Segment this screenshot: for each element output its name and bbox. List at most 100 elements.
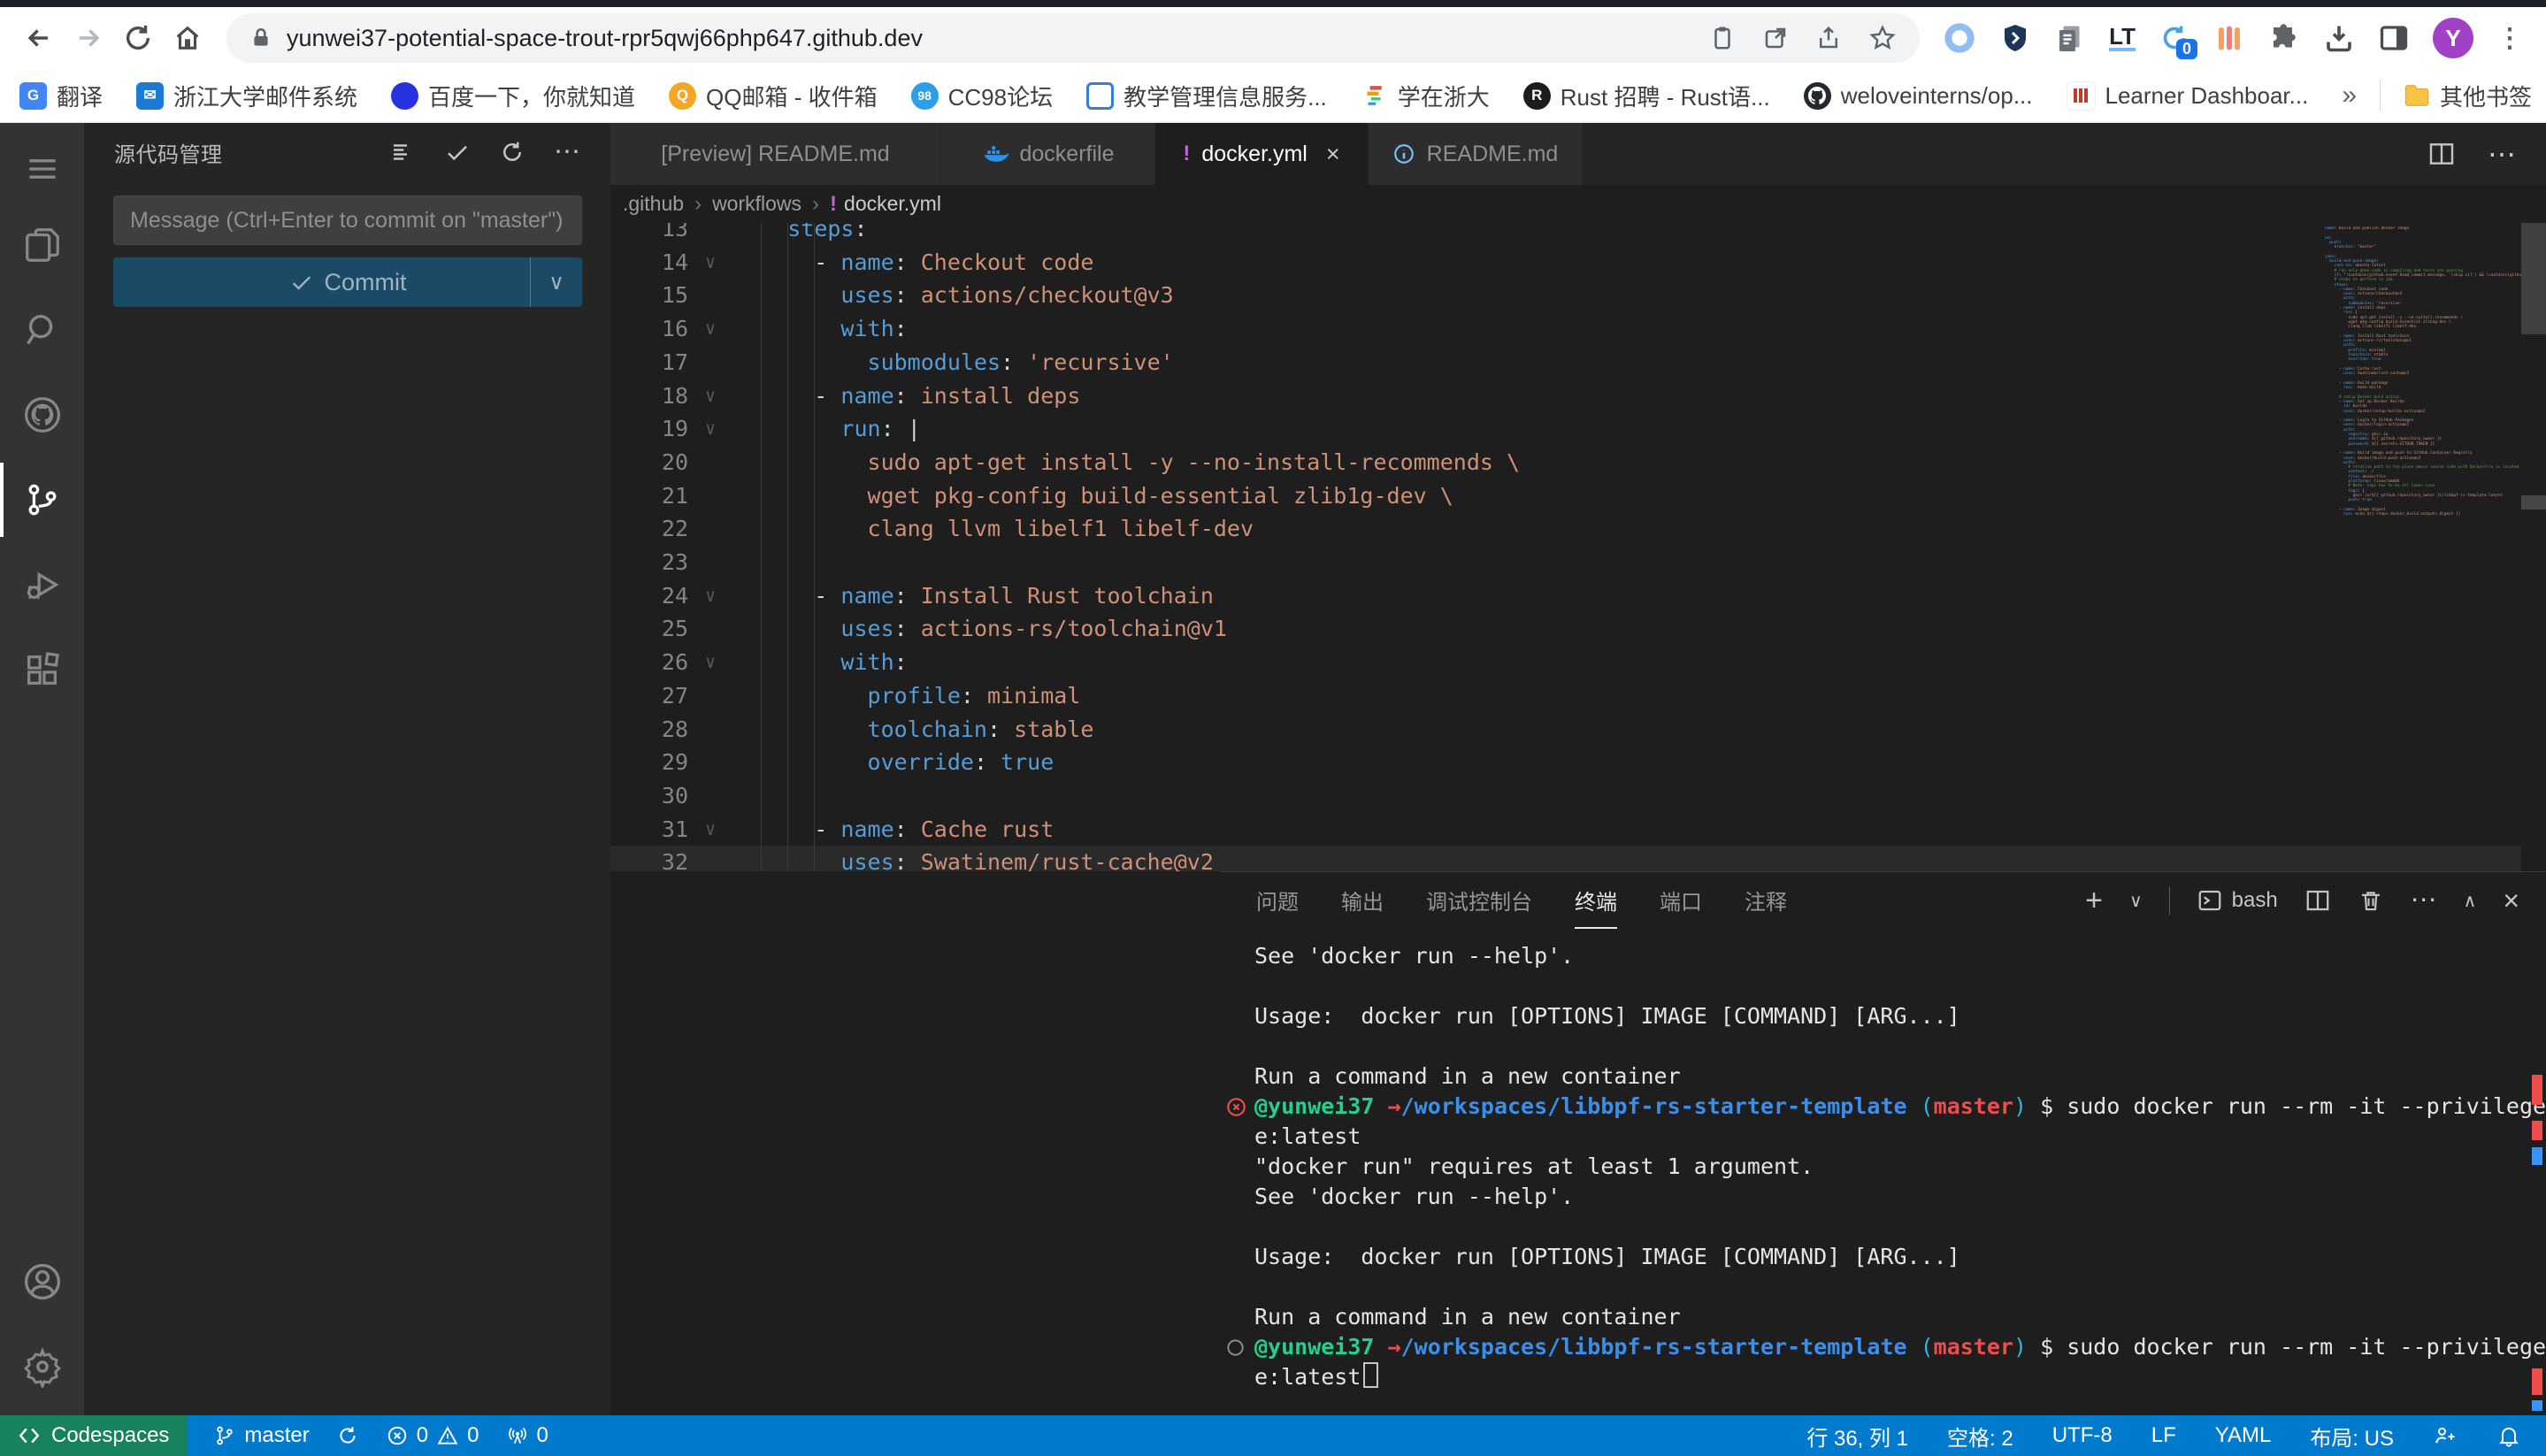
bookmark-item[interactable]: weloveinterns/op... bbox=[1804, 82, 2033, 110]
commit-check-icon[interactable] bbox=[444, 139, 471, 165]
code-line[interactable]: override: true bbox=[734, 746, 2316, 779]
languagetool-icon[interactable]: LT bbox=[2109, 25, 2136, 51]
editor-tab--preview-readme-md[interactable]: [Preview] README.md bbox=[610, 123, 941, 185]
bookmarks-overflow-button[interactable]: » bbox=[2342, 80, 2357, 111]
panel-tab-问题[interactable]: 问题 bbox=[1256, 872, 1299, 929]
branch-indicator[interactable]: master bbox=[213, 1423, 309, 1448]
code-line[interactable]: uses: Swatinem/rust-cache@v2 bbox=[734, 846, 2316, 871]
profile-avatar[interactable]: Y bbox=[2433, 18, 2473, 58]
fold-chevron-icon[interactable]: ∨ bbox=[695, 813, 725, 847]
more-actions-icon[interactable]: ⋯ bbox=[554, 148, 580, 157]
puzzle-extensions-icon[interactable] bbox=[2268, 22, 2300, 54]
code-line[interactable]: run: | bbox=[734, 412, 2316, 446]
language-mode[interactable]: YAML bbox=[2215, 1423, 2272, 1448]
panel-tab-调试控制台[interactable]: 调试控制台 bbox=[1426, 872, 1532, 929]
minimap[interactable]: name: Build and publish docker image on:… bbox=[2325, 226, 2521, 517]
breadcrumb[interactable]: .github › workflows › ! docker.yml bbox=[610, 185, 2546, 223]
other-bookmarks-button[interactable]: 其他书签 bbox=[2404, 80, 2532, 112]
code-line[interactable]: steps: bbox=[734, 223, 2316, 246]
refresh-icon[interactable] bbox=[499, 139, 525, 165]
breadcrumb-folder[interactable]: .github bbox=[623, 192, 684, 216]
panel-more-actions-icon[interactable]: ⋯ bbox=[2411, 897, 2437, 904]
url-text[interactable]: yunwei37-potential-space-trout-rpr5qwj66… bbox=[287, 25, 1691, 52]
commit-message-input[interactable] bbox=[113, 195, 582, 245]
panel-tab-端口[interactable]: 端口 bbox=[1660, 872, 1702, 929]
sidebar-item-explorer[interactable] bbox=[0, 208, 84, 282]
address-bar[interactable]: yunwei37-potential-space-trout-rpr5qwj66… bbox=[226, 13, 1920, 63]
close-tab-icon[interactable]: × bbox=[1326, 141, 1340, 168]
kill-terminal-trash-icon[interactable] bbox=[2358, 887, 2384, 914]
bookmark-item[interactable]: G翻译 bbox=[19, 80, 103, 112]
download-icon[interactable] bbox=[2323, 22, 2355, 54]
open-in-new-icon[interactable] bbox=[1762, 25, 1789, 51]
code-line[interactable]: wget pkg-config build-essential zlib1g-d… bbox=[734, 479, 2316, 513]
terminal-profile-chevron-icon[interactable]: ∨ bbox=[2129, 890, 2143, 912]
code-line[interactable]: - name: Checkout code bbox=[734, 246, 2316, 280]
feedback-icon[interactable] bbox=[2433, 1423, 2458, 1448]
bookmark-star-icon[interactable] bbox=[1868, 24, 1897, 52]
sidebar-item-search[interactable] bbox=[0, 293, 84, 367]
panel-tab-注释[interactable]: 注释 bbox=[1745, 872, 1787, 929]
sidebar-item-github[interactable] bbox=[0, 378, 84, 452]
ports-indicator[interactable]: 0 bbox=[506, 1423, 548, 1448]
notifications-bell-icon[interactable] bbox=[2496, 1423, 2521, 1448]
shield-extension-icon[interactable] bbox=[1999, 22, 2031, 54]
editor-tab-dockerfile[interactable]: dockerfile bbox=[941, 123, 1155, 185]
commit-dropdown-chevron[interactable]: ∨ bbox=[530, 257, 582, 307]
fold-chevron-icon[interactable]: ∨ bbox=[695, 379, 725, 413]
side-panel-icon[interactable] bbox=[2378, 22, 2410, 54]
code-line[interactable]: with: bbox=[734, 312, 2316, 346]
terminal-instance-item[interactable]: bash bbox=[2197, 887, 2278, 914]
panel-tab-终端[interactable]: 终端 bbox=[1575, 872, 1617, 929]
bookmark-item[interactable]: 教学管理信息服务... bbox=[1086, 80, 1327, 112]
clipboard-icon[interactable] bbox=[1709, 25, 1736, 51]
editor-tab-readme-md[interactable]: README.md bbox=[1369, 123, 1583, 185]
cursor-position[interactable]: 行 36, 列 1 bbox=[1806, 1421, 1908, 1452]
code-line[interactable]: submodules: 'recursive' bbox=[734, 346, 2316, 379]
remote-indicator-codespaces[interactable]: Codespaces bbox=[0, 1415, 187, 1456]
code-line[interactable]: with: bbox=[734, 646, 2316, 679]
fold-chevron-icon[interactable]: ∨ bbox=[695, 646, 725, 679]
breadcrumb-file[interactable]: ! docker.yml bbox=[830, 192, 941, 217]
problems-indicator[interactable]: 0 0 bbox=[386, 1423, 479, 1448]
menu-icon[interactable] bbox=[0, 132, 84, 206]
bookmark-item[interactable]: QQQ邮箱 - 收件箱 bbox=[669, 80, 878, 112]
fold-chevron-icon[interactable]: ∨ bbox=[695, 312, 725, 346]
code-line[interactable]: sudo apt-get install -y --no-install-rec… bbox=[734, 446, 2316, 479]
bookmark-item[interactable]: Learner Dashboar... bbox=[2067, 81, 2309, 111]
sidebar-item-source-control[interactable] bbox=[0, 463, 84, 537]
bookmark-item[interactable]: 百度一下，你就知道 bbox=[391, 80, 635, 112]
keyboard-layout[interactable]: 布局: US bbox=[2310, 1421, 2394, 1452]
forward-button[interactable] bbox=[64, 13, 113, 63]
code-line[interactable]: profile: minimal bbox=[734, 679, 2316, 713]
fold-chevron-icon[interactable]: ∨ bbox=[695, 579, 725, 613]
split-editor-icon[interactable] bbox=[2427, 140, 2456, 168]
code-line[interactable]: toolchain: stable bbox=[734, 713, 2316, 747]
code-line[interactable]: - name: Cache rust bbox=[734, 813, 2316, 847]
editor-tab-docker-yml[interactable]: !docker.yml× bbox=[1155, 123, 1369, 185]
view-as-list-icon[interactable] bbox=[389, 139, 416, 165]
code-line[interactable]: clang llvm libelf1 libelf-dev bbox=[734, 512, 2316, 546]
share-icon[interactable] bbox=[1815, 25, 1842, 51]
indentation[interactable]: 空格: 2 bbox=[1947, 1421, 2013, 1452]
reload-button[interactable] bbox=[113, 13, 163, 63]
home-button[interactable] bbox=[163, 13, 212, 63]
code-line[interactable]: uses: actions-rs/toolchain@v1 bbox=[734, 612, 2316, 646]
close-panel-icon[interactable]: × bbox=[2503, 885, 2519, 917]
code-line[interactable]: - name: install deps bbox=[734, 379, 2316, 413]
sync-indicator[interactable] bbox=[336, 1424, 359, 1447]
maximize-panel-icon[interactable]: ∧ bbox=[2464, 890, 2477, 912]
panel-tab-输出[interactable]: 输出 bbox=[1341, 872, 1384, 929]
terminal-output[interactable]: See 'docker run --help'.Usage: docker ru… bbox=[1221, 941, 2546, 1415]
sidebar-item-run-debug[interactable] bbox=[0, 548, 84, 622]
account-icon[interactable] bbox=[0, 1245, 84, 1319]
code-line[interactable]: - name: Install Rust toolchain bbox=[734, 579, 2316, 613]
code-editor[interactable]: 1314∨1516∨1718∨19∨2021222324∨2526∨272829… bbox=[610, 223, 2546, 871]
settings-gear-icon[interactable] bbox=[0, 1330, 84, 1404]
notes-extension-icon[interactable] bbox=[2054, 22, 2086, 54]
back-button[interactable] bbox=[14, 13, 64, 63]
code-line[interactable]: uses: actions/checkout@v3 bbox=[734, 279, 2316, 312]
commit-button[interactable]: Commit ∨ bbox=[113, 257, 582, 307]
breadcrumb-folder[interactable]: workflows bbox=[712, 192, 801, 216]
new-terminal-icon[interactable]: + bbox=[2085, 884, 2103, 918]
